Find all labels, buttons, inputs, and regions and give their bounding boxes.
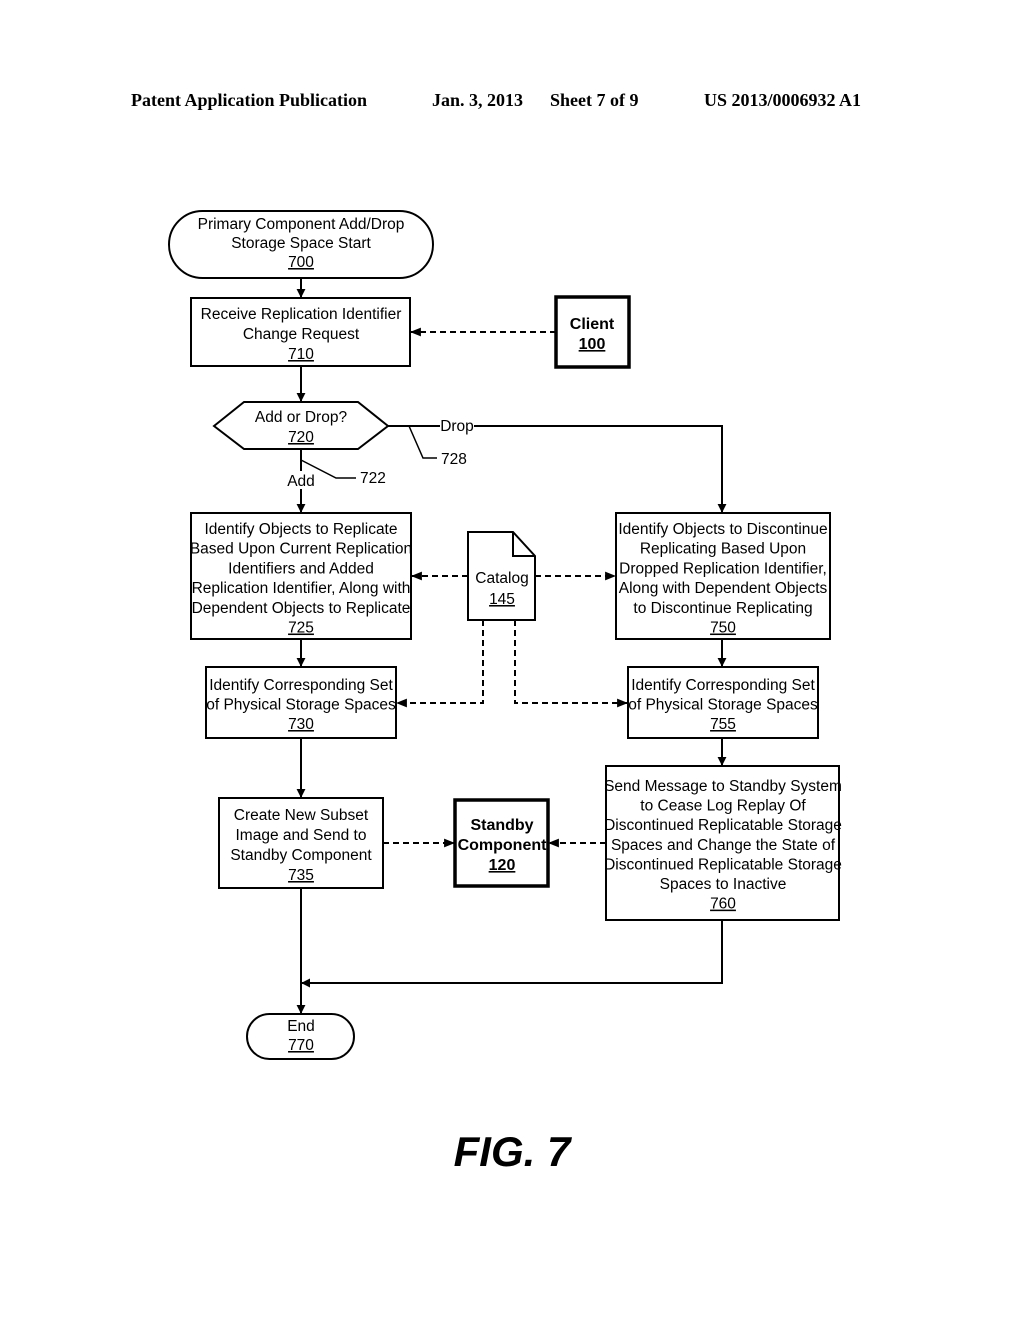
node-n700-line: Storage Space Start	[231, 235, 371, 252]
node-client-ref: 100	[579, 336, 606, 353]
edge-label-drop: Drop	[440, 418, 474, 435]
node-n700-ref: 700	[288, 254, 314, 271]
node-n710-ref: 710	[288, 346, 314, 363]
node-n755-ref: 755	[710, 716, 736, 733]
node-n760-line: Spaces to Inactive	[660, 876, 787, 893]
node-n770-line: End	[287, 1018, 315, 1035]
node-n750-line: Dropped Replication Identifier,	[619, 560, 827, 577]
node-n730-line: of Physical Storage Spaces	[206, 697, 396, 714]
node-n760-line: to Cease Log Replay Of	[640, 798, 806, 815]
node-n725-line: Dependent Objects to Replicate	[192, 600, 411, 617]
node-n725-line: Identify Objects to Replicate	[205, 521, 398, 538]
node-n750-line: to Discontinue Replicating	[633, 600, 812, 617]
node-n700-line: Primary Component Add/Drop	[198, 216, 405, 233]
edge-catalog-755	[514, 620, 629, 708]
edge-720-750	[388, 425, 727, 513]
node-n725-line: Replication Identifier, Along with	[192, 580, 411, 597]
node-n760-line: Send Message to Standby System	[604, 778, 842, 795]
node-n760-line: Spaces and Change the State of	[611, 837, 836, 854]
node-n730-ref: 730	[288, 716, 314, 733]
node-standby-ref: 120	[489, 857, 516, 874]
node-n725-line: Identifiers and Added	[228, 560, 374, 577]
node-catalog-ref: 145	[489, 591, 515, 608]
node-n750-line: Replicating Based Upon	[640, 541, 806, 558]
leader-728	[408, 425, 437, 459]
node-n710-line: Change Request	[243, 326, 360, 343]
edge-ref-728: 728	[441, 451, 467, 468]
node-n725-line: Based Upon Current Replication	[190, 541, 412, 558]
node-n760-ref: 760	[710, 896, 736, 913]
edge-760-770	[301, 920, 723, 988]
node-n720-line: Add or Drop?	[255, 409, 348, 426]
node-standby-line: Component	[458, 837, 548, 854]
node-n750-line: Identify Objects to Discontinue	[618, 521, 827, 538]
node-n750-line: Along with Dependent Objects	[619, 580, 828, 597]
node-n720-ref: 720	[288, 429, 314, 446]
node-n730-line: Identify Corresponding Set	[209, 677, 393, 694]
node-n735-ref: 735	[288, 867, 314, 884]
node-n750-ref: 750	[710, 620, 736, 637]
node-n735-line: Standby Component	[230, 847, 372, 864]
node-n770-ref: 770	[288, 1037, 314, 1054]
node-n760-line: Discontinued Replicatable Storage	[604, 817, 842, 834]
node-n735-line: Image and Send to	[236, 827, 367, 844]
node-n725-ref: 725	[288, 620, 314, 637]
flowchart: Primary Component Add/Drop Storage Space …	[168, 210, 842, 1060]
node-catalog-line: Catalog	[475, 570, 528, 587]
node-n755-line: of Physical Storage Spaces	[628, 697, 818, 714]
node-n755-line: Identify Corresponding Set	[631, 677, 815, 694]
figure-label: FIG. 7	[453, 1128, 571, 1175]
node-n735-line: Create New Subset	[234, 807, 369, 824]
node-n760-line: Discontinued Replicatable Storage	[604, 856, 842, 873]
edge-label-add: Add	[287, 473, 315, 490]
node-standby-line: Standby	[470, 817, 533, 834]
node-n710-line: Receive Replication Identifier	[201, 306, 402, 323]
edge-ref-722: 722	[360, 470, 386, 487]
node-client-line: Client	[570, 316, 615, 333]
